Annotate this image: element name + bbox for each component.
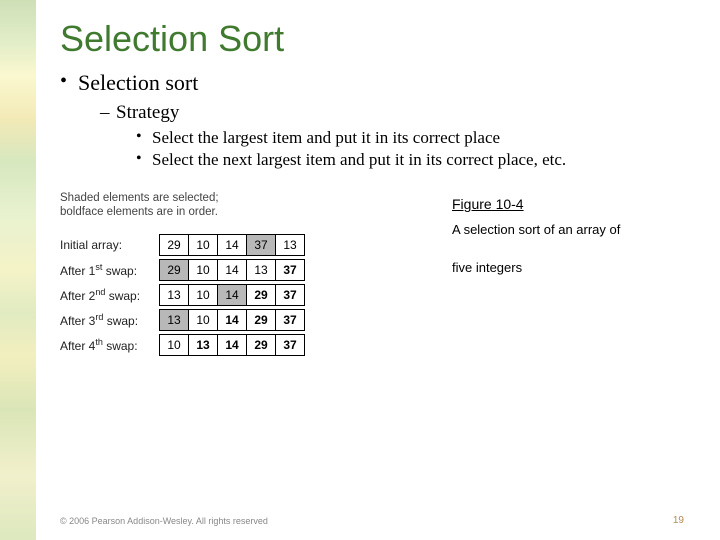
trace-array: 2910143713: [160, 234, 305, 256]
array-cell: 10: [188, 234, 218, 256]
trace-row-0: Initial array:2910143713: [60, 234, 420, 256]
array-cell: 14: [217, 334, 247, 356]
trace-array: 1310142937: [160, 309, 305, 331]
array-cell: 37: [275, 309, 305, 331]
bullet-l2: Strategy: [60, 102, 678, 124]
page-number: 19: [673, 515, 684, 526]
array-cell: 10: [159, 334, 189, 356]
array-cell: 10: [188, 309, 218, 331]
figure-left: Shaded elements are selected; boldface e…: [60, 192, 420, 359]
array-cell: 29: [246, 284, 276, 306]
note-line2: boldface elements are in order.: [60, 206, 218, 218]
array-cell: 10: [188, 259, 218, 281]
trace-row-1: After 1st swap:2910141337: [60, 259, 420, 281]
trace-row-label: After 3rd swap:: [60, 312, 160, 328]
bullet-l3b: Select the next largest item and put it …: [60, 150, 678, 170]
figure-label: Figure 10-4: [452, 196, 678, 212]
trace-row-2: After 2nd swap:1310142937: [60, 284, 420, 306]
trace-table: Initial array:2910143713After 1st swap:2…: [60, 234, 420, 356]
trace-row-label: After 2nd swap:: [60, 287, 160, 303]
array-cell: 29: [246, 334, 276, 356]
trace-row-label: After 1st swap:: [60, 262, 160, 278]
figure-caption-b: five integers: [452, 258, 678, 278]
array-cell: 13: [188, 334, 218, 356]
trace-row-label: After 4th swap:: [60, 337, 160, 353]
array-cell: 37: [246, 234, 276, 256]
figure-area: Shaded elements are selected; boldface e…: [60, 192, 678, 359]
array-cell: 29: [159, 259, 189, 281]
note-line1: Shaded elements are selected;: [60, 192, 219, 204]
bullet-l1: Selection sort: [60, 70, 678, 96]
figure-right: Figure 10-4 A selection sort of an array…: [452, 192, 678, 277]
trace-row-3: After 3rd swap:1310142937: [60, 309, 420, 331]
slide-body: Selection Sort Selection sort Strategy S…: [0, 0, 720, 369]
array-cell: 37: [275, 284, 305, 306]
array-cell: 13: [159, 309, 189, 331]
figure-caption-a: A selection sort of an array of: [452, 220, 678, 240]
array-cell: 37: [275, 259, 305, 281]
array-cell: 14: [217, 309, 247, 331]
trace-row-label: Initial array:: [60, 238, 160, 252]
array-cell: 13: [275, 234, 305, 256]
array-cell: 14: [217, 259, 247, 281]
array-cell: 13: [246, 259, 276, 281]
array-cell: 37: [275, 334, 305, 356]
array-cell: 29: [246, 309, 276, 331]
trace-array: 1013142937: [160, 334, 305, 356]
trace-array: 1310142937: [160, 284, 305, 306]
bullet-l3a: Select the largest item and put it in it…: [60, 128, 678, 148]
copyright-footer: © 2006 Pearson Addison-Wesley. All right…: [60, 516, 268, 526]
trace-row-4: After 4th swap:1013142937: [60, 334, 420, 356]
array-cell: 29: [159, 234, 189, 256]
array-cell: 14: [217, 284, 247, 306]
array-cell: 10: [188, 284, 218, 306]
array-cell: 13: [159, 284, 189, 306]
slide-title: Selection Sort: [60, 18, 678, 60]
figure-note: Shaded elements are selected; boldface e…: [60, 192, 420, 220]
array-cell: 14: [217, 234, 247, 256]
trace-array: 2910141337: [160, 259, 305, 281]
